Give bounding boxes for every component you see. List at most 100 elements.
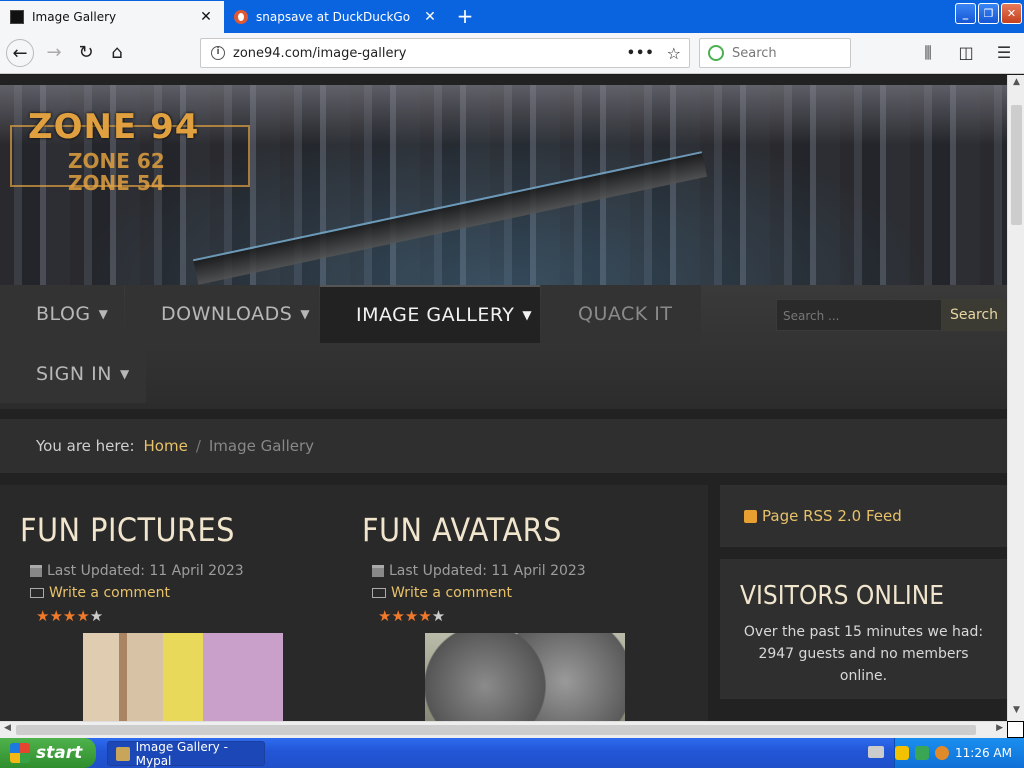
menu-item-blog[interactable]: BLOG ▼ xyxy=(0,285,124,343)
horizontal-scrollbar[interactable]: ◀ ▶ xyxy=(0,721,1007,738)
back-button[interactable]: ← xyxy=(6,39,34,67)
taskbar-window-button[interactable]: Image Gallery - Mypal xyxy=(107,739,265,768)
comment-label[interactable]: Write a comment xyxy=(49,585,170,601)
last-updated: Last Updated: 11 April 2023 xyxy=(47,563,244,579)
comment-icon xyxy=(372,588,386,598)
visitors-online-module: VISITORS ONLINE Over the past 15 minutes… xyxy=(720,559,1007,699)
gallery-content: FUN PICTURES Last Updated: 11 April 2023… xyxy=(0,485,708,721)
comment-icon xyxy=(30,588,44,598)
scroll-up-icon[interactable]: ▲ xyxy=(1010,77,1023,91)
menu-label: IMAGE GALLERY xyxy=(356,304,515,326)
new-tab-button[interactable]: + xyxy=(452,4,478,30)
tab-title: Image Gallery xyxy=(32,10,117,24)
duckduckgo-favicon-icon xyxy=(234,10,248,24)
menu-label: SIGN IN xyxy=(36,363,112,385)
taskbar: start Image Gallery - Mypal 11:26 AM xyxy=(0,738,1024,768)
menu-item-downloads[interactable]: DOWNLOADS ▼ xyxy=(125,285,319,343)
search-engine-icon[interactable] xyxy=(708,45,724,61)
search-tray-icon[interactable] xyxy=(935,746,950,760)
close-window-button[interactable]: ✕ xyxy=(1001,3,1022,24)
visitors-text: Over the past 15 minutes we had: 2947 gu… xyxy=(743,624,984,684)
close-tab-icon[interactable]: ✕ xyxy=(420,9,440,25)
menu-icon[interactable]: ☰ xyxy=(992,39,1016,67)
tab-image-gallery[interactable]: Image Gallery ✕ xyxy=(0,1,224,33)
breadcrumb-home-link[interactable]: Home xyxy=(144,437,188,455)
keyboard-icon[interactable] xyxy=(868,746,884,758)
home-button[interactable]: ⌂ xyxy=(103,39,131,67)
site-search-input[interactable]: Search ... xyxy=(776,299,942,331)
rss-icon xyxy=(744,509,757,523)
minimize-button[interactable]: _ xyxy=(955,3,976,24)
forward-button[interactable]: → xyxy=(40,39,68,67)
write-comment-link[interactable]: Write a comment xyxy=(30,585,259,601)
banner-monorail xyxy=(192,151,708,285)
fun-pictures-thumbnail[interactable] xyxy=(83,633,283,721)
tab-title: snapsave at DuckDuckGo xyxy=(256,10,411,24)
menu-label: DOWNLOADS xyxy=(161,303,293,325)
address-bar[interactable]: i zone94.com/image-gallery ••• ☆ xyxy=(200,38,690,68)
menu-item-image-gallery[interactable]: IMAGE GALLERY ▼ xyxy=(320,285,540,343)
article-title[interactable]: FUN PICTURES xyxy=(20,511,235,549)
close-tab-icon[interactable]: ✕ xyxy=(196,9,216,25)
network-icon[interactable] xyxy=(915,746,930,760)
header-banner: ZONE 94 ZONE 62 ZONE 54 xyxy=(0,85,1007,285)
scroll-left-icon[interactable]: ◀ xyxy=(4,723,11,733)
visitors-title: VISITORS ONLINE xyxy=(740,581,945,611)
task-label: Image Gallery - Mypal xyxy=(135,739,228,768)
comment-label[interactable]: Write a comment xyxy=(391,585,512,601)
scroll-down-icon[interactable]: ▼ xyxy=(1010,705,1023,719)
last-updated: Last Updated: 11 April 2023 xyxy=(389,563,586,579)
chevron-down-icon: ▼ xyxy=(119,367,130,381)
logo-line-2: ZONE 62 xyxy=(68,149,165,173)
library-icon[interactable]: ⫼ xyxy=(916,39,940,67)
logo-line-3: ZONE 54 xyxy=(68,171,165,195)
write-comment-link[interactable]: Write a comment xyxy=(372,585,586,601)
menu-item-sign-in[interactable]: SIGN IN ▼ xyxy=(0,345,146,403)
site-search-button[interactable]: Search xyxy=(942,299,1006,331)
scrollbar-corner xyxy=(1007,721,1024,738)
site-info-icon[interactable]: i xyxy=(211,46,225,60)
breadcrumb-prefix: You are here: xyxy=(36,437,135,455)
horizontal-scroll-thumb[interactable] xyxy=(16,725,976,735)
menu-label: QUACK IT xyxy=(578,303,673,325)
app-icon xyxy=(116,746,130,761)
rss-feed-link[interactable]: Page RSS 2.0 Feed xyxy=(720,485,1007,547)
sidebar: Page RSS 2.0 Feed VISITORS ONLINE Over t… xyxy=(720,485,1007,721)
system-tray: 11:26 AM xyxy=(894,738,1024,768)
site-favicon-icon xyxy=(10,10,24,24)
menu-label: BLOG xyxy=(36,303,91,325)
article-meta: Last Updated: 11 April 2023 xyxy=(372,563,586,579)
maximize-button[interactable]: ❐ xyxy=(978,3,999,24)
fun-avatars-thumbnail[interactable] xyxy=(425,633,625,721)
calendar-icon xyxy=(30,565,42,577)
reload-button[interactable]: ↻ xyxy=(72,39,100,67)
search-placeholder[interactable]: Search xyxy=(732,46,777,61)
sidebar-icon[interactable]: ◫ xyxy=(954,39,978,67)
toolbar-right: ⫼ ◫ ☰ xyxy=(916,39,1016,67)
tab-duckduckgo[interactable]: snapsave at DuckDuckGo ✕ xyxy=(224,1,448,33)
menu-item-quack-it[interactable]: QUACK IT xyxy=(541,285,701,343)
star-rating[interactable]: ★★★★★ xyxy=(378,607,586,625)
article-meta: Last Updated: 11 April 2023 xyxy=(30,563,259,579)
url-text[interactable]: zone94.com/image-gallery xyxy=(233,46,627,61)
scroll-right-icon[interactable]: ▶ xyxy=(996,723,1003,733)
vertical-scrollbar[interactable]: ▲ ▼ xyxy=(1007,75,1024,721)
star-rating[interactable]: ★★★★★ xyxy=(36,607,259,625)
search-box[interactable]: Search xyxy=(699,38,851,68)
start-button[interactable]: start xyxy=(0,738,96,768)
chevron-down-icon: ▼ xyxy=(300,307,311,321)
breadcrumb: You are here: Home / Image Gallery xyxy=(0,419,1007,473)
security-shield-icon[interactable] xyxy=(895,746,910,760)
site-logo[interactable]: ZONE 94 ZONE 62 ZONE 54 xyxy=(10,101,254,197)
navigation-toolbar: ← → ↻ ⌂ i zone94.com/image-gallery ••• ☆… xyxy=(0,33,1024,74)
tab-bar: Image Gallery ✕ snapsave at DuckDuckGo ✕… xyxy=(0,0,1024,33)
vertical-scroll-thumb[interactable] xyxy=(1011,105,1022,225)
article-title[interactable]: FUN AVATARS xyxy=(362,511,563,549)
chevron-down-icon: ▼ xyxy=(98,307,109,321)
page-actions-icon[interactable]: ••• xyxy=(627,46,655,61)
clock[interactable]: 11:26 AM xyxy=(955,746,1012,760)
article-fun-avatars: FUN AVATARS Last Updated: 11 April 2023 … xyxy=(362,511,586,625)
windows-logo-icon xyxy=(10,743,30,763)
rss-label[interactable]: Page RSS 2.0 Feed xyxy=(762,507,902,525)
bookmark-star-icon[interactable]: ☆ xyxy=(667,44,681,63)
